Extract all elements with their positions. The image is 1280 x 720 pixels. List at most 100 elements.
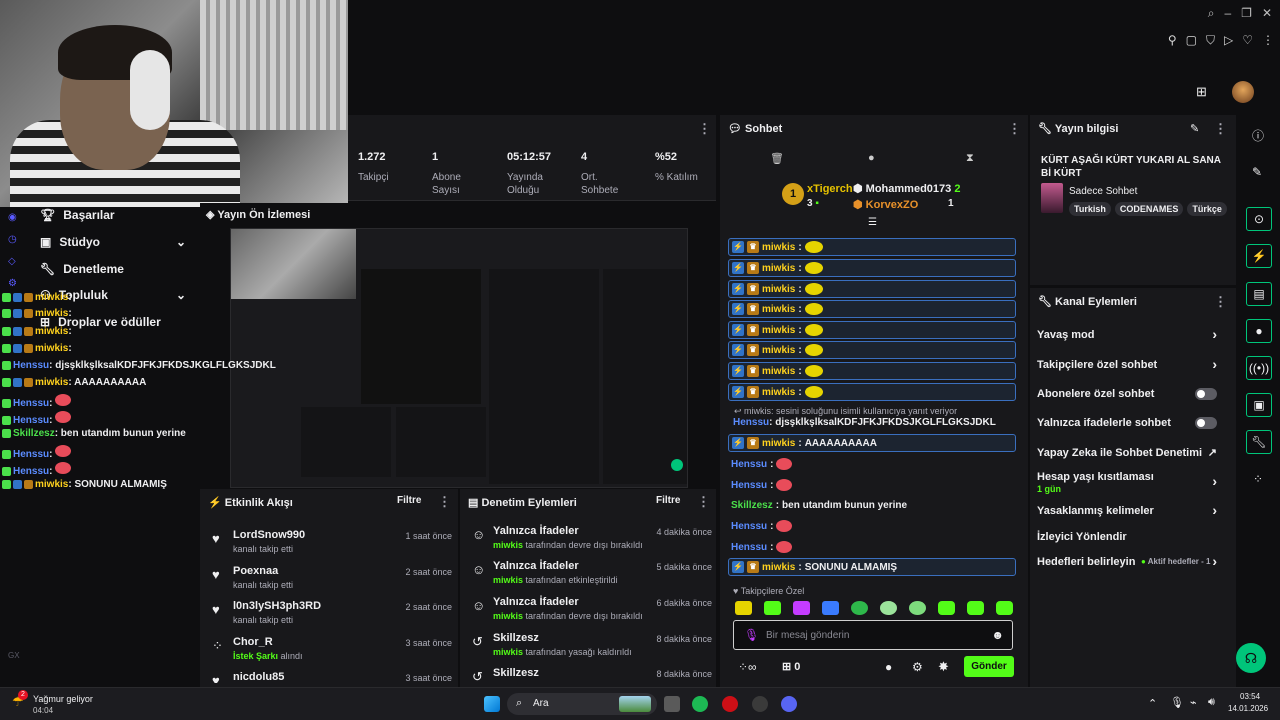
chat-message[interactable]: ⚡ ♛ miwkis: xyxy=(728,300,1016,318)
age-limit-row[interactable]: Hesap yaşı kısıtlaması 1 gün › xyxy=(1037,471,1227,494)
tag[interactable]: Turkish xyxy=(1069,202,1111,216)
info-icon[interactable]: ⓘ xyxy=(1252,127,1264,144)
tag[interactable]: CODENAMES xyxy=(1114,202,1184,216)
emote-chat-row[interactable]: Yalnızca ifadelerle sohbet xyxy=(1037,417,1227,429)
community-icon[interactable]: ⁘∞ xyxy=(738,660,757,674)
filter-icon[interactable]: ☰ xyxy=(868,217,877,228)
viewer-redirect-row[interactable]: İzleyici Yönlendir xyxy=(1037,531,1227,543)
emote-icon[interactable] xyxy=(764,601,781,615)
chat-bubble-icon[interactable]: ● xyxy=(868,152,875,164)
chat-input[interactable]: 🎙︎ Bir mesaj gönderin ☻ xyxy=(733,620,1013,650)
leaderboard-third[interactable]: ⬢ KorvexZO xyxy=(853,198,918,211)
opera-gx-icon[interactable] xyxy=(722,696,738,712)
nav-studio[interactable]: ▣ Stüdyo ⌄ xyxy=(40,235,186,249)
broadcast-icon[interactable]: ((•)) xyxy=(1246,356,1272,380)
gift-icon[interactable]: ⊞ xyxy=(1196,84,1214,99)
preview-video[interactable] xyxy=(230,228,688,488)
search-icon[interactable]: ⌕ xyxy=(1208,6,1215,21)
avatar[interactable] xyxy=(1232,81,1254,103)
play-icon[interactable]: ▷ xyxy=(1224,33,1233,48)
mod-filter-button[interactable]: Filtre xyxy=(656,495,680,506)
points-display[interactable]: ⊞ 0 xyxy=(782,660,800,673)
chat-message[interactable]: ⚡ ♛ miwkis: SONUNU ALMAMIŞ xyxy=(728,558,1016,576)
chat-message[interactable]: Henssu: djsşklkşlksalKDFJFKJFKDSJKGLFLGK… xyxy=(733,417,996,428)
nav-moderation[interactable]: 🔧︎ Denetleme xyxy=(40,262,124,276)
hourglass-icon[interactable]: ⧗ xyxy=(966,152,974,165)
nav-achievements[interactable]: 🏆︎ Başarılar xyxy=(40,208,115,222)
chevron-up-icon[interactable]: ⌃ xyxy=(1148,697,1157,710)
chat-message[interactable]: Henssu: xyxy=(728,538,1016,556)
mic-icon[interactable]: 🎙︎ xyxy=(1170,696,1184,709)
activity-menu-icon[interactable]: ⋮ xyxy=(438,494,451,510)
chat-icon[interactable]: ● xyxy=(1246,319,1272,343)
panel-icon[interactable]: ▣ xyxy=(1246,393,1272,417)
subs-chat-row[interactable]: Abonelere özel sohbet xyxy=(1037,388,1227,400)
trash-icon[interactable]: 🗑︎ xyxy=(770,152,784,165)
discord-icon[interactable] xyxy=(781,696,797,712)
activity-filter-button[interactable]: Filtre xyxy=(397,495,421,506)
subs-chat-toggle[interactable] xyxy=(1195,388,1217,400)
mic-icon[interactable]: 🎙︎ xyxy=(744,628,759,642)
windows-start-icon[interactable] xyxy=(484,696,500,712)
chat-message[interactable]: Henssu: xyxy=(728,476,1016,494)
edit-icon[interactable]: ✎ xyxy=(1190,122,1199,135)
clock-date[interactable]: 14.01.2026 xyxy=(1228,704,1268,713)
task-view-icon[interactable] xyxy=(664,696,680,712)
emote-icon[interactable] xyxy=(967,601,984,615)
emote-icon[interactable] xyxy=(938,601,955,615)
goals-row[interactable]: Hedefleri belirleyin ● Aktif hedefler - 1… xyxy=(1037,553,1227,569)
wrench-icon[interactable]: 🔧︎ xyxy=(1246,430,1272,454)
tag[interactable]: Türkçe xyxy=(1187,202,1227,216)
chat-message[interactable]: ⚡ ♛ miwkis: xyxy=(728,280,1016,298)
chat-message[interactable]: Henssu: xyxy=(728,517,1016,535)
support-button[interactable]: ☊ xyxy=(1236,643,1266,673)
emote-icon[interactable] xyxy=(909,601,926,615)
emote-icon[interactable] xyxy=(880,601,897,615)
spotify-icon[interactable] xyxy=(692,696,708,712)
heart-icon[interactable]: ♡ xyxy=(1242,33,1253,48)
category-name[interactable]: Sadece Sohbet xyxy=(1069,186,1137,197)
network-icon[interactable]: ⌁ xyxy=(1190,696,1197,709)
chat-message[interactable]: ⚡ ♛ miwkis: xyxy=(728,383,1016,401)
channel-actions-menu-icon[interactable]: ⋮ xyxy=(1214,294,1227,310)
emoji-icon[interactable]: ☻ xyxy=(991,628,1004,642)
shield-icon[interactable]: ⛉ xyxy=(1206,33,1215,48)
fullscreen-icon[interactable]: ▢ xyxy=(1186,33,1197,48)
document-icon[interactable]: ▤ xyxy=(1246,282,1272,306)
emote-icon[interactable] xyxy=(851,601,868,615)
chat-message[interactable]: ⚡ ♛ miwkis: xyxy=(728,362,1016,380)
slow-mode-row[interactable]: Yavaş mod › xyxy=(1037,326,1227,342)
chat-message[interactable]: ⚡ ♛ miwkis: xyxy=(728,259,1016,277)
chat-message[interactable]: Skillzesz: ben utandım bunun yerine xyxy=(728,496,1016,514)
leaderboard-second[interactable]: ⬢ Mohammed0173 2 xyxy=(853,182,960,195)
chat-message[interactable]: ⚡ ♛ miwkis: xyxy=(728,238,1016,256)
chat-message[interactable]: ⚡ ♛ miwkis: AAAAAAAAAA xyxy=(728,434,1016,452)
chat-menu-icon[interactable]: ⋮ xyxy=(1008,121,1021,137)
send-button[interactable]: Gönder xyxy=(964,656,1014,677)
chat-message[interactable]: ⚡ ♛ miwkis: xyxy=(728,321,1016,339)
volume-icon[interactable]: 🔊︎ xyxy=(1208,696,1215,709)
more-icon[interactable]: ⋮ xyxy=(1262,33,1274,48)
obs-icon[interactable] xyxy=(752,696,768,712)
edit-icon[interactable]: ✎ xyxy=(1252,165,1262,179)
community-icon[interactable]: ⁘ xyxy=(1253,472,1263,486)
category-thumbnail[interactable] xyxy=(1041,183,1063,213)
emote-icon[interactable] xyxy=(735,601,752,615)
taskbar-search[interactable]: ⌕ Ara xyxy=(507,693,657,715)
leaderboard-first[interactable]: xTigerch xyxy=(807,183,853,195)
restore-icon[interactable]: ❐ xyxy=(1241,6,1252,21)
mod-menu-icon[interactable]: ⋮ xyxy=(697,494,710,510)
stream-info-menu-icon[interactable]: ⋮ xyxy=(1214,121,1227,137)
emote-icon[interactable] xyxy=(996,601,1013,615)
ai-mod-row[interactable]: Yapay Zeka ile Sohbet Denetimi ↗ xyxy=(1037,447,1227,459)
followers-chat-row[interactable]: Takipçilere özel sohbet › xyxy=(1037,356,1227,372)
emote-icon[interactable] xyxy=(793,601,810,615)
camera-icon[interactable]: ⊙ xyxy=(1246,207,1272,231)
pin-icon[interactable]: ⚲ xyxy=(1168,33,1177,48)
minimize-icon[interactable]: – xyxy=(1224,6,1231,21)
chat-bubble-icon[interactable]: ● xyxy=(885,660,892,674)
close-icon[interactable]: ✕ xyxy=(1262,6,1272,21)
badge-icon[interactable]: ✸ xyxy=(938,659,949,675)
chat-message[interactable]: ⚡ ♛ miwkis: xyxy=(728,341,1016,359)
gear-icon[interactable]: ⚙ xyxy=(912,660,923,674)
